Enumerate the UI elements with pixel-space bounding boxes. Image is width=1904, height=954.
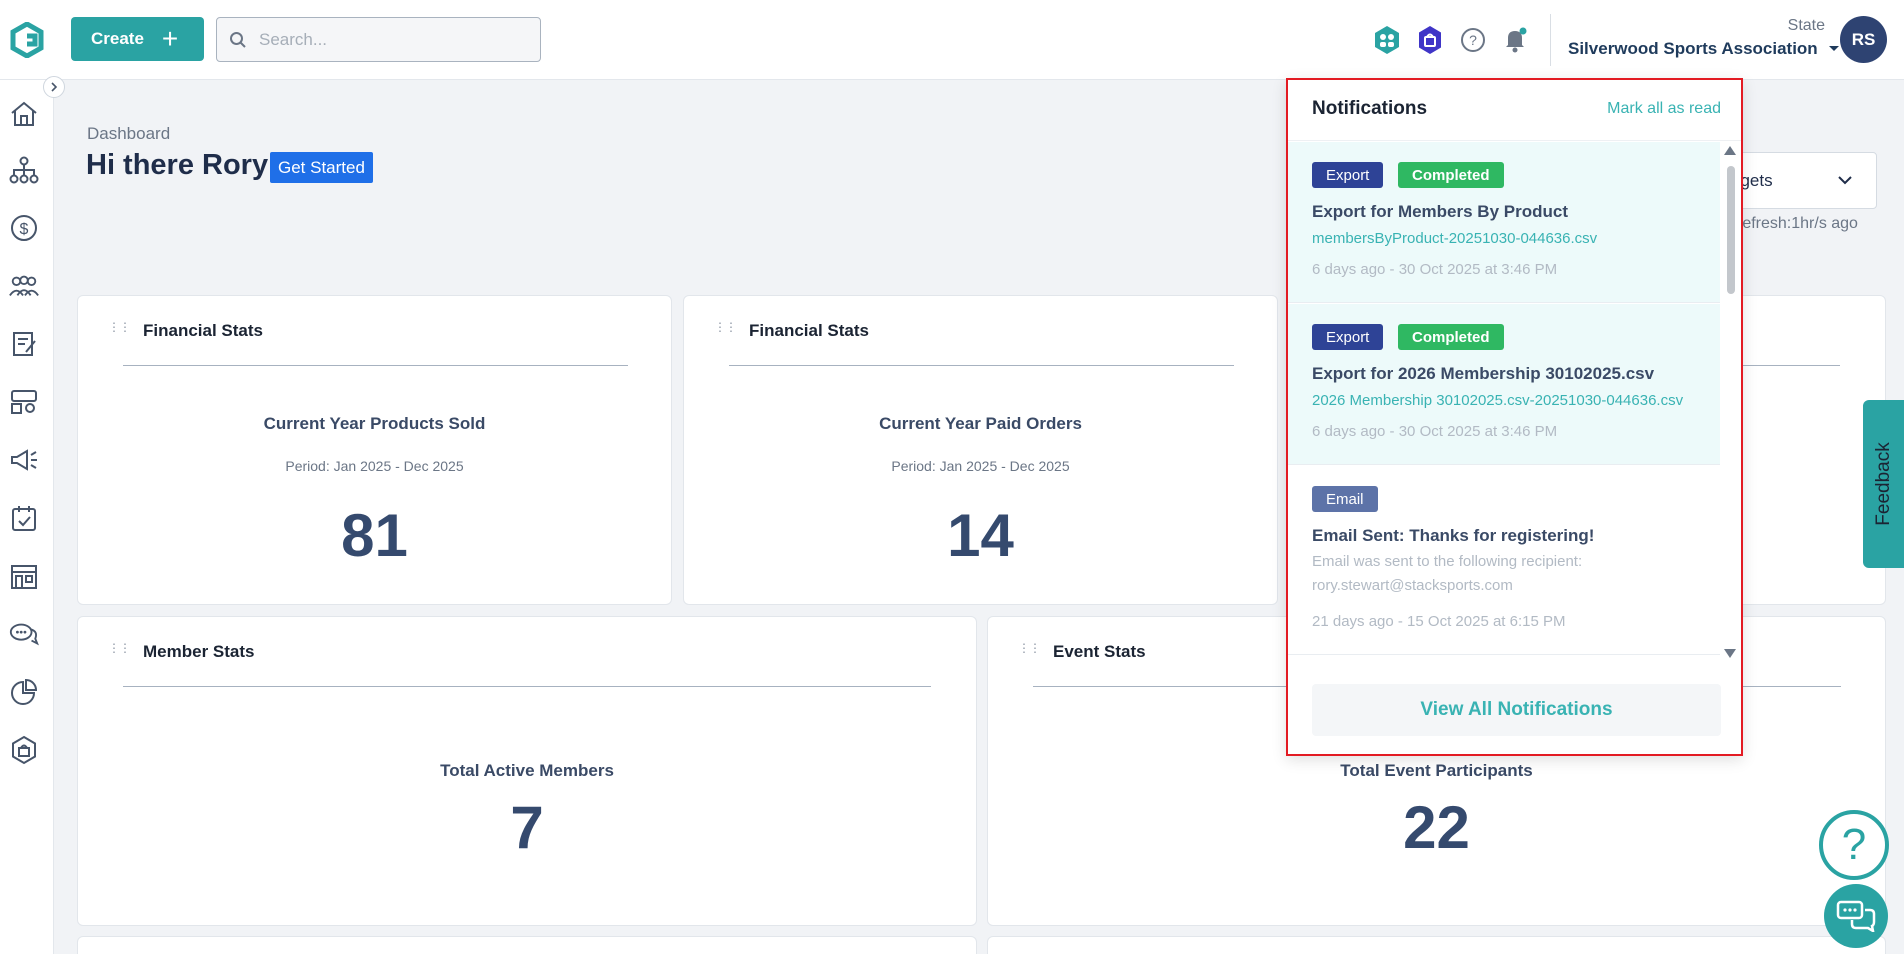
drag-handle-icon[interactable]: ⋮⋮ (1018, 642, 1041, 654)
card-title: Member Stats (143, 642, 255, 661)
drag-handle-icon[interactable]: ⋮⋮ (108, 642, 131, 654)
notification-time: 6 days ago - 30 Oct 2025 at 3:46 PM (1312, 423, 1558, 440)
create-button[interactable]: Create + (71, 17, 204, 61)
stat-label: Total Active Members (440, 761, 614, 780)
stat-value: 81 (341, 502, 408, 569)
chevron-down-icon (1838, 176, 1852, 185)
home-icon[interactable] (8, 98, 40, 130)
search-box[interactable] (216, 17, 541, 62)
create-label: Create (91, 29, 144, 48)
page-title: Hi there Rory (86, 149, 269, 181)
facility-icon[interactable] (8, 560, 40, 592)
type-badge: Email (1312, 486, 1378, 512)
type-badge: Export (1312, 324, 1384, 350)
notifications-panel: Notifications Mark all as read Export Co… (1286, 78, 1743, 756)
notification-title: Export for 2026 Membership 30102025.csv (1312, 364, 1655, 383)
stat-period: Period: Jan 2025 - Dec 2025 (285, 458, 464, 474)
chat-icon (1836, 900, 1876, 932)
type-badge: Export (1312, 162, 1384, 188)
card-divider (123, 365, 628, 366)
header-divider (1550, 14, 1551, 66)
stat-period: Period: Jan 2025 - Dec 2025 (891, 458, 1070, 474)
notification-file-link[interactable]: 2026 Membership 30102025.csv-20251030-04… (1312, 392, 1683, 409)
svg-text:?: ? (1469, 32, 1477, 48)
notification-item[interactable]: Export Completed Export for 2026 Members… (1288, 304, 1720, 465)
help-icon[interactable]: ? (1457, 24, 1489, 56)
stat-value: 22 (1403, 794, 1470, 861)
get-started-button[interactable]: Get Started (270, 152, 373, 183)
plus-icon: + (161, 23, 179, 54)
calendar-icon[interactable] (8, 502, 40, 534)
user-avatar[interactable]: RS (1840, 16, 1887, 63)
breadcrumb: Dashboard (87, 124, 171, 143)
chat-button[interactable] (1824, 884, 1888, 948)
drag-handle-icon[interactable]: ⋮⋮ (108, 321, 131, 333)
notification-item[interactable]: Export Completed Export for Members By P… (1288, 142, 1720, 303)
hierarchy-icon[interactable] (8, 154, 40, 186)
financial-stats-card: ⋮⋮ Financial Stats Current Year Products… (77, 295, 672, 605)
financial-stats-card: ⋮⋮ Financial Stats Current Year Paid Ord… (683, 295, 1278, 605)
dollar-icon[interactable]: $ (8, 212, 40, 244)
notification-time: 6 days ago - 30 Oct 2025 at 3:46 PM (1312, 261, 1558, 278)
search-input[interactable] (259, 29, 519, 50)
stat-label: Current Year Products Sold (263, 414, 486, 433)
dashboard-card-partial (987, 936, 1886, 954)
feedback-tab[interactable]: Feedback (1863, 400, 1904, 568)
feedback-label: Feedback (1872, 442, 1894, 526)
scroll-down-arrow-icon[interactable] (1724, 649, 1736, 658)
org-type-label: State (1787, 17, 1825, 34)
card-divider (729, 365, 1234, 366)
search-icon (230, 31, 246, 48)
sidebar-collapse-toggle[interactable] (43, 76, 65, 98)
reports-pie-icon[interactable] (8, 676, 40, 708)
top-bar: Create + ? State Silverwood Sports Assoc… (0, 0, 1904, 80)
mark-all-read-link[interactable]: Mark all as read (1607, 100, 1721, 118)
dashboard-card-partial (77, 936, 977, 954)
notification-description: Email was sent to the following recipien… (1312, 553, 1583, 594)
notification-item[interactable]: Email Email Sent: Thanks for registering… (1288, 466, 1720, 655)
stat-value: 7 (510, 794, 544, 861)
panel-divider (1288, 140, 1741, 141)
org-selector[interactable]: Silverwood Sports Association (1568, 39, 1840, 59)
org-name: Silverwood Sports Association (1568, 39, 1818, 58)
sidebar: $ (0, 80, 54, 954)
shop-bag-icon[interactable] (8, 734, 40, 766)
forms-icon[interactable] (8, 328, 40, 360)
card-title: Event Stats (1053, 642, 1146, 661)
notification-file-link[interactable]: membersByProduct-20251030-044636.csv (1312, 230, 1597, 247)
view-all-notifications-button[interactable]: View All Notifications (1312, 684, 1721, 736)
teams-icon[interactable] (1371, 24, 1403, 56)
stat-value: 14 (947, 502, 1014, 569)
card-title: Financial Stats (749, 321, 869, 340)
bell-icon[interactable] (1499, 24, 1531, 56)
help-widget-button[interactable]: ? (1819, 810, 1889, 880)
app-logo[interactable] (10, 22, 44, 58)
scroll-up-arrow-icon[interactable] (1724, 146, 1736, 155)
drag-handle-icon[interactable]: ⋮⋮ (714, 321, 737, 333)
card-divider (123, 686, 931, 687)
svg-text:$: $ (20, 221, 29, 238)
notification-title: Email Sent: Thanks for registering! (1312, 526, 1595, 545)
megaphone-icon[interactable] (8, 444, 40, 476)
store-icon[interactable] (1414, 24, 1446, 56)
caret-down-icon (1828, 46, 1839, 51)
products-icon[interactable] (8, 386, 40, 418)
refresh-status: refresh:1hr/s ago (1737, 215, 1858, 232)
members-icon[interactable] (8, 270, 40, 302)
stat-label: Total Event Participants (1340, 761, 1533, 780)
card-title: Financial Stats (143, 321, 263, 340)
notification-time: 21 days ago - 15 Oct 2025 at 6:15 PM (1312, 613, 1566, 630)
stat-label: Current Year Paid Orders (879, 414, 1082, 433)
notification-title: Export for Members By Product (1312, 202, 1568, 221)
notifications-title: Notifications (1312, 98, 1428, 119)
chevron-right-icon (51, 82, 58, 92)
status-badge: Completed (1398, 324, 1504, 350)
messages-icon[interactable] (8, 618, 40, 650)
status-badge: Completed (1398, 162, 1504, 188)
member-stats-card: ⋮⋮ Member Stats Total Active Members 7 (77, 616, 977, 926)
scrollbar-thumb[interactable] (1727, 166, 1735, 294)
